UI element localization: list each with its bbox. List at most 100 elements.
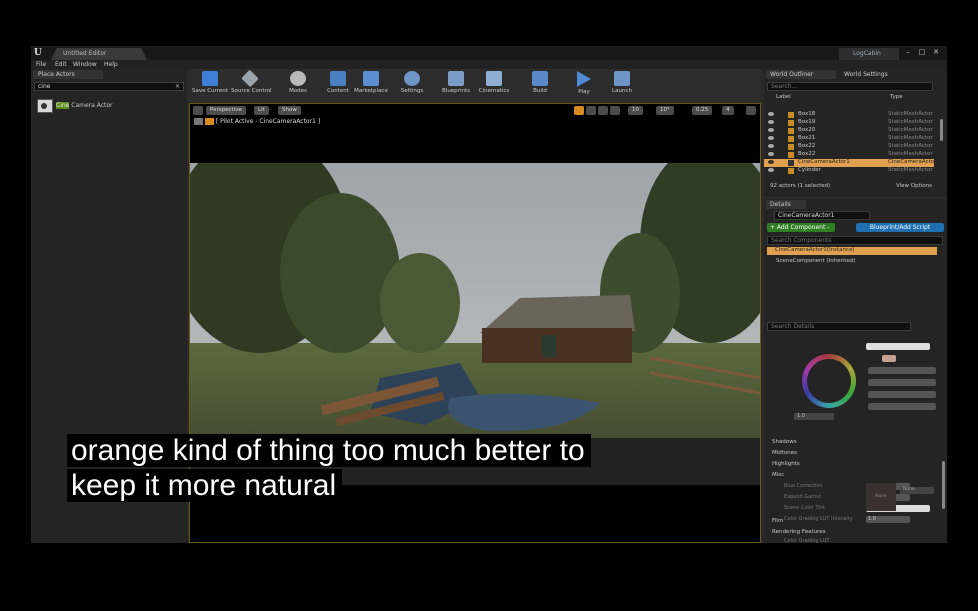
menu-file[interactable]: File [36, 61, 46, 68]
g-channel-field[interactable] [868, 379, 936, 386]
scene-color-tint-label: Scene Color Tint [784, 505, 825, 511]
build-button[interactable]: Build [521, 71, 559, 99]
visibility-icon[interactable] [768, 160, 774, 164]
instance-row[interactable]: CineCameraActor1(Instance) [767, 247, 937, 255]
visibility-icon[interactable] [768, 168, 774, 172]
type-column-header[interactable]: Type [890, 94, 903, 100]
camera-speed-value[interactable]: 4 [722, 106, 734, 115]
lut-intensity-field[interactable]: 1.0 [866, 516, 910, 523]
cine-camera-actor-item[interactable]: Cine Camera Actor [56, 102, 113, 109]
blueprint-add-script-button[interactable]: Blueprint/Add Script [856, 223, 944, 232]
visibility-icon[interactable] [768, 128, 774, 132]
search-components-input[interactable]: Search Components [767, 236, 943, 245]
maximize-button[interactable]: □ [917, 47, 927, 57]
save-current-button[interactable]: Save Current [191, 71, 229, 99]
video-subtitle: orange kind of thing too much better to … [67, 433, 632, 503]
blueprints-label: Blueprints [442, 88, 470, 94]
details-scrollbar[interactable] [942, 461, 945, 509]
world-settings-tab[interactable]: World Settings [840, 70, 910, 79]
subtitle-line-2: keep it more natural [67, 469, 343, 502]
table-row[interactable]: Box19 StaticMeshActor [764, 119, 934, 127]
visibility-icon[interactable] [768, 144, 774, 148]
lit-button[interactable]: Lit [254, 106, 269, 115]
y-channel-field[interactable] [868, 403, 936, 410]
source-control-icon [241, 69, 259, 88]
visibility-icon[interactable] [768, 136, 774, 140]
category-shadows[interactable]: Shadows [772, 439, 797, 445]
select-mode-icon[interactable] [574, 106, 584, 115]
search-details-input[interactable]: Search Details [767, 322, 911, 331]
details-tab[interactable]: Details [766, 200, 806, 209]
viewport-menu-icon[interactable] [193, 106, 203, 115]
lut-asset-combo[interactable]: None [900, 487, 934, 494]
close-button[interactable]: ✕ [931, 47, 941, 57]
mesh-icon [788, 120, 794, 126]
cinematics-icon [486, 71, 502, 86]
menu-help[interactable]: Help [104, 61, 118, 68]
table-row[interactable]: Cylinder StaticMeshActor [764, 167, 934, 175]
perspective-button[interactable]: Perspective [206, 106, 246, 115]
scene-component-row[interactable]: SceneComponent (Inherited) [776, 258, 856, 264]
translate-icon[interactable] [586, 106, 596, 115]
color-swatch[interactable] [882, 355, 896, 362]
cinematics-button[interactable]: Cinematics [475, 71, 513, 99]
menu-window[interactable]: Window [73, 61, 97, 68]
table-row-selected[interactable]: CineCameraActor1 CineCameraActor [764, 159, 937, 167]
pilot-camera-icon [194, 118, 203, 125]
camera-actor-icon[interactable] [37, 99, 53, 113]
b-channel-field[interactable] [868, 391, 936, 398]
eject-icon[interactable] [204, 118, 214, 125]
visibility-icon[interactable] [768, 120, 774, 124]
category-highlights[interactable]: Highlights [772, 461, 800, 467]
marketplace-button[interactable]: Marketplace [352, 71, 390, 99]
place-actors-search-input[interactable]: cine ✕ [34, 82, 184, 91]
world-outliner-tab[interactable]: World Outliner [766, 70, 836, 79]
modes-button[interactable]: Modes [279, 71, 317, 99]
table-row[interactable]: Box21 StaticMeshActor [764, 135, 934, 143]
show-button[interactable]: Show [278, 106, 301, 115]
rotate-icon[interactable] [598, 106, 608, 115]
play-label: Play [578, 89, 590, 95]
view-options-button[interactable]: View Options [896, 183, 932, 189]
play-button[interactable]: Play [565, 71, 603, 99]
source-control-button[interactable]: Source Control [231, 69, 272, 99]
content-icon [330, 71, 346, 86]
scale-snap-value[interactable]: 0.25 [692, 106, 713, 115]
category-film[interactable]: Film [772, 518, 783, 524]
table-row[interactable]: Box22 StaticMeshActor [764, 151, 934, 159]
label-column-header[interactable]: Label [776, 94, 791, 100]
category-rendering-features[interactable]: Rendering Features [772, 529, 825, 535]
row-type: CineCameraActor [888, 159, 937, 165]
outliner-search-input[interactable]: Search... [767, 82, 933, 91]
actor-name-field[interactable]: CineCameraActor1 [774, 211, 870, 220]
lut-texture-thumbnail[interactable]: None [866, 483, 896, 511]
place-actors-tab[interactable]: Place Actors [33, 70, 103, 79]
color-value-field[interactable]: 1.0 [794, 413, 834, 420]
category-midtones[interactable]: Midtones [772, 450, 797, 456]
table-row[interactable]: Box22 StaticMeshActor [764, 143, 934, 151]
rotation-snap-value[interactable]: 10° [656, 106, 674, 115]
table-row[interactable]: Box20 StaticMeshActor [764, 127, 934, 135]
outliner-scrollbar[interactable] [940, 119, 943, 141]
maximize-viewport-icon[interactable] [746, 106, 756, 115]
grid-snap-value[interactable]: 10 [628, 106, 643, 115]
category-misc[interactable]: Misc [772, 472, 784, 478]
table-row[interactable]: Box18 StaticMeshActor [764, 111, 934, 119]
minimize-button[interactable]: – [903, 47, 913, 57]
r-channel-field[interactable] [868, 367, 936, 374]
blueprints-button[interactable]: Blueprints [437, 71, 475, 99]
menu-edit[interactable]: Edit [55, 61, 67, 68]
visibility-icon[interactable] [768, 112, 774, 116]
pilot-status-label: [ Pilot Active - CineCameraActor1 ] [215, 118, 321, 125]
visibility-icon[interactable] [768, 152, 774, 156]
blueprints-icon [448, 71, 464, 86]
add-component-button[interactable]: + Add Component - [767, 223, 835, 232]
settings-button[interactable]: Settings [393, 71, 431, 99]
scale-icon[interactable] [610, 106, 620, 115]
clear-search-icon[interactable]: ✕ [175, 83, 180, 91]
place-actors-tab-label: Place Actors [38, 71, 75, 78]
lut-intensity-label: Color Grading LUT Intensity [784, 516, 853, 522]
document-tab[interactable]: Untitled Editor [51, 48, 147, 60]
cinematics-label: Cinematics [478, 88, 510, 94]
launch-button[interactable]: Launch [603, 71, 641, 99]
